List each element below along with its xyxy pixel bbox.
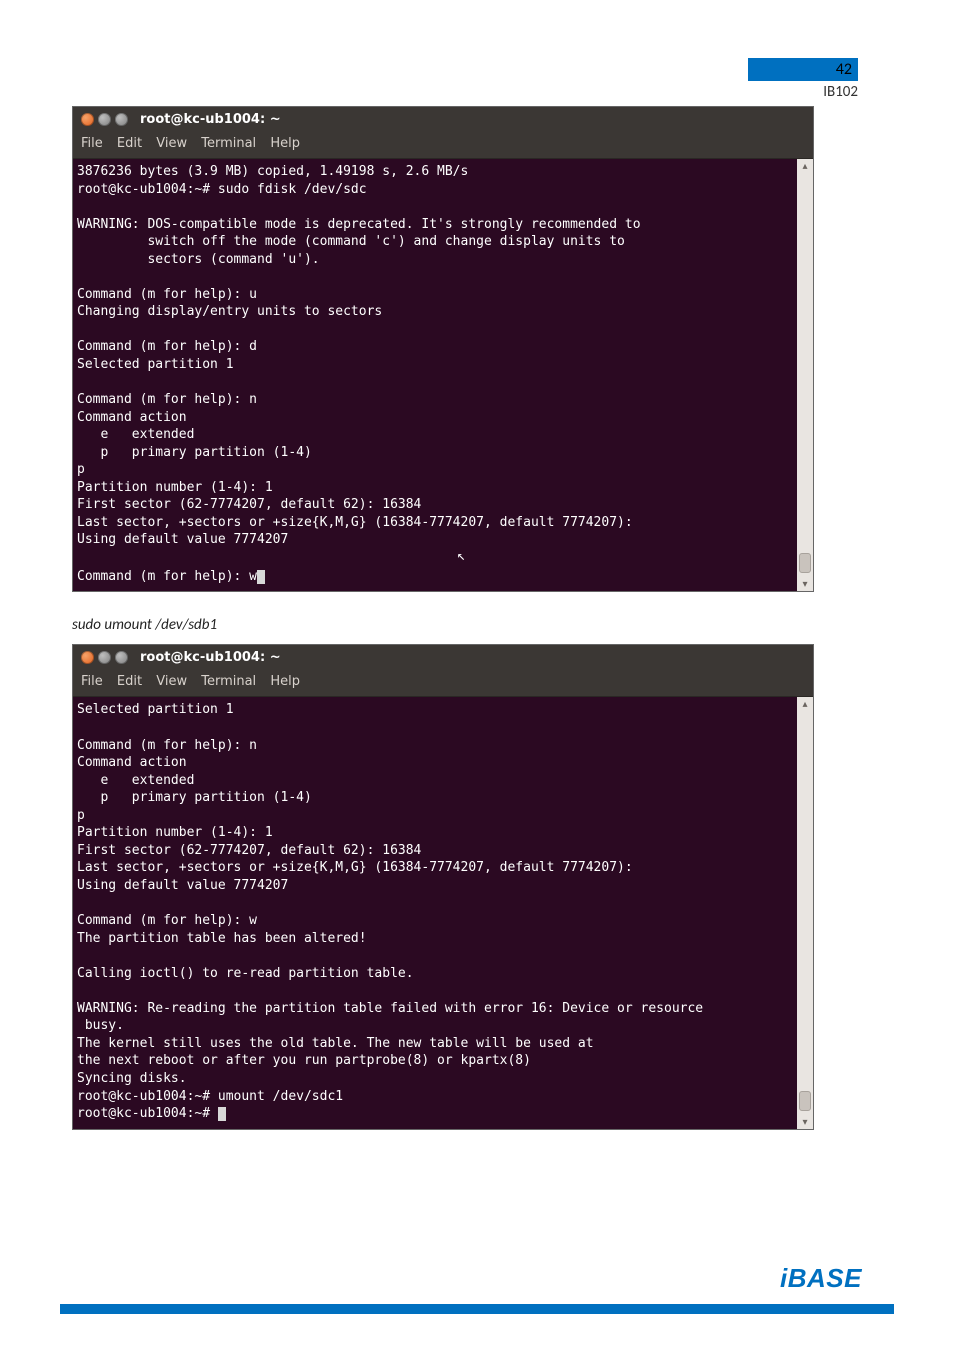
footer-rule [60,1304,894,1314]
menu-terminal[interactable]: Terminal [201,136,256,151]
terminal-last-line: root@kc-ub1004:~# [77,1106,218,1121]
terminal-window-1: root@kc-ub1004: ~ File Edit View Termina… [72,106,814,592]
terminal-window-2: root@kc-ub1004: ~ File Edit View Termina… [72,644,814,1129]
terminal-text: Selected partition 1 Command (m for help… [77,702,703,1103]
window-title: root@kc-ub1004: ~ [140,650,281,665]
maximize-icon[interactable] [115,113,128,126]
terminal-last-line: Command (m for help): w [77,569,257,584]
page-number-badge: 42 [748,58,858,81]
menu-file[interactable]: File [81,674,103,689]
maximize-icon[interactable] [115,651,128,664]
titlebar: root@kc-ub1004: ~ [73,645,813,669]
menu-help[interactable]: Help [270,136,300,151]
scrollbar[interactable]: ▴ ▾ [797,697,813,1128]
brand-logo: iBASE [780,1263,862,1294]
menu-view[interactable]: View [156,136,187,151]
menu-view[interactable]: View [156,674,187,689]
menubar: File Edit View Terminal Help [73,131,813,159]
scroll-up-icon[interactable]: ▴ [800,699,810,709]
minimize-icon[interactable] [98,113,111,126]
menu-edit[interactable]: Edit [117,136,142,151]
menu-edit[interactable]: Edit [117,674,142,689]
close-icon[interactable] [81,651,94,664]
scrollbar[interactable]: ▴ ▾ [797,159,813,591]
close-icon[interactable] [81,113,94,126]
titlebar: root@kc-ub1004: ~ [73,107,813,131]
text-cursor-icon [218,1107,226,1121]
menu-help[interactable]: Help [270,674,300,689]
scroll-down-icon[interactable]: ▾ [800,1117,810,1127]
menubar: File Edit View Terminal Help [73,669,813,697]
caption-text: sudo umount /dev/sdb1 [72,616,894,634]
terminal-output[interactable]: Selected partition 1 Command (m for help… [73,697,797,1128]
minimize-icon[interactable] [98,651,111,664]
text-cursor-icon [257,570,265,584]
menu-file[interactable]: File [81,136,103,151]
window-title: root@kc-ub1004: ~ [140,112,281,127]
scroll-up-icon[interactable]: ▴ [800,161,810,171]
menu-terminal[interactable]: Terminal [201,674,256,689]
terminal-output[interactable]: 3876236 bytes (3.9 MB) copied, 1.49198 s… [73,159,797,591]
cursor-pointer-icon: ↖ [457,547,465,566]
scroll-thumb[interactable] [799,553,811,573]
terminal-text: 3876236 bytes (3.9 MB) copied, 1.49198 s… [77,164,641,547]
model-label: IB102 [748,83,858,101]
scroll-down-icon[interactable]: ▾ [800,579,810,589]
scroll-thumb[interactable] [799,1091,811,1111]
